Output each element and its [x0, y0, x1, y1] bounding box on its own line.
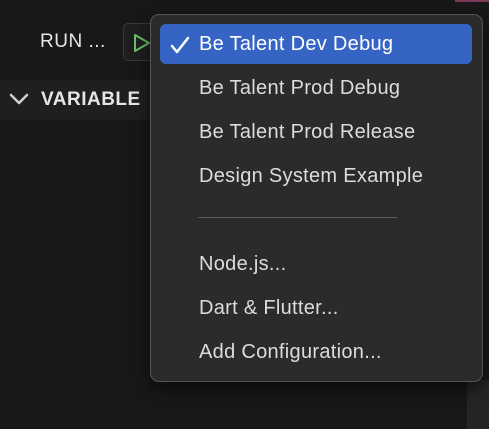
variables-section-label: VARIABLE: [41, 89, 141, 110]
menu-separator: [198, 217, 397, 218]
play-icon: [134, 34, 150, 52]
chevron-down-icon: [9, 93, 29, 105]
menu-item-be-talent-prod-debug[interactable]: Be Talent Prod Debug: [160, 68, 472, 108]
menu-item-be-talent-prod-release[interactable]: Be Talent Prod Release: [160, 112, 472, 152]
menu-item-be-talent-dev-debug[interactable]: Be Talent Dev Debug: [160, 24, 472, 64]
menu-item-dart-flutter[interactable]: Dart & Flutter...: [160, 288, 472, 328]
panel-accent-line: [455, 0, 489, 2]
run-view-title: RUN ...: [40, 31, 106, 52]
menu-item-label: Dart & Flutter...: [199, 297, 339, 319]
menu-item-design-system-example[interactable]: Design System Example: [160, 156, 472, 196]
menu-item-add-configuration[interactable]: Add Configuration...: [160, 332, 472, 372]
launch-configuration-menu: Be Talent Dev Debug Be Talent Prod Debug…: [150, 14, 483, 382]
check-icon: [170, 36, 190, 54]
menu-item-label: Node.js...: [199, 253, 287, 275]
menu-item-label: Add Configuration...: [199, 341, 382, 363]
menu-item-label: Design System Example: [199, 165, 424, 187]
scrollbar-track[interactable]: [467, 380, 489, 429]
menu-item-nodejs[interactable]: Node.js...: [160, 244, 472, 284]
menu-item-label: Be Talent Prod Debug: [199, 77, 401, 99]
menu-item-label: Be Talent Dev Debug: [199, 33, 394, 55]
menu-item-label: Be Talent Prod Release: [199, 121, 416, 143]
